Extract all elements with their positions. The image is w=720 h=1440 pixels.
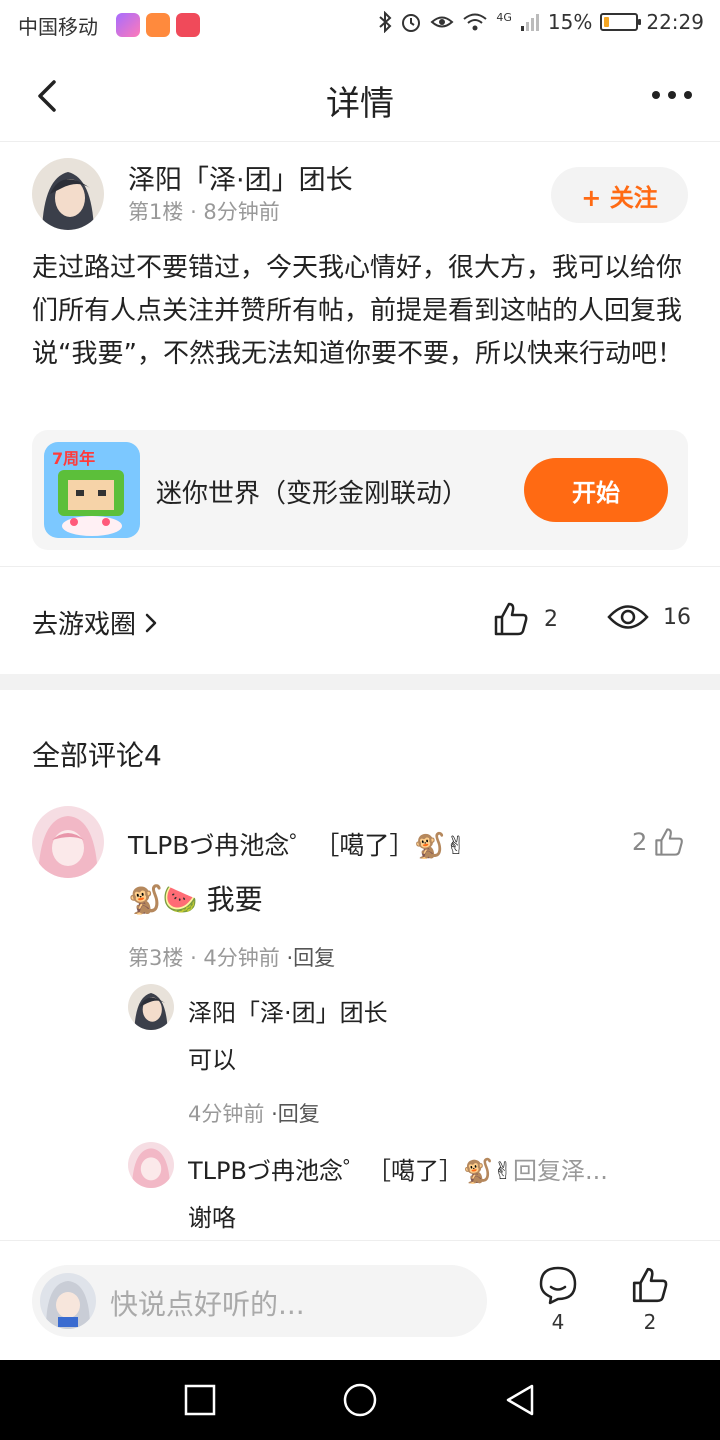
battery-icon bbox=[600, 13, 642, 31]
comment-count-button[interactable]: 4 bbox=[533, 1265, 583, 1334]
anniversary-badge: 7周年 bbox=[52, 449, 95, 468]
thumbs-up-icon bbox=[494, 602, 528, 636]
post-body: 走过路过不要错过，今天我心情好，很大方，我可以给你们所有人点关注并赞所有帖，前提… bbox=[32, 253, 683, 369]
comment-bubble-icon bbox=[539, 1266, 577, 1305]
thumbs-up-outline-icon bbox=[655, 828, 684, 856]
post-floor: 第1楼 bbox=[128, 200, 184, 224]
chevron-right-icon bbox=[145, 613, 157, 632]
video-app-icon bbox=[146, 13, 170, 37]
alarm-icon bbox=[402, 14, 421, 32]
comment-like-button[interactable]: 2 bbox=[632, 826, 685, 858]
comments-title: 全部评论4 bbox=[32, 739, 162, 772]
back-icon[interactable] bbox=[504, 1383, 536, 1417]
meta-separator: · bbox=[190, 946, 204, 970]
divider bbox=[0, 566, 720, 567]
post-like-count: 2 bbox=[544, 606, 558, 632]
eye-icon bbox=[607, 605, 649, 629]
clock: 22:29 bbox=[646, 10, 704, 34]
status-icons: 4G 15% 22:29 bbox=[378, 10, 704, 34]
reply-avatar[interactable] bbox=[128, 984, 174, 1030]
reply-author-name[interactable]: TLPBづ冉池念゜［噶了］🐒✌ bbox=[188, 1157, 513, 1185]
thumbs-up-icon bbox=[632, 1267, 668, 1303]
go-game-circle-label: 去游戏圈 bbox=[32, 610, 137, 640]
reply-author: TLPBづ冉池念゜［噶了］🐒✌回复泽... bbox=[188, 1151, 682, 1186]
bluetooth-icon bbox=[379, 11, 392, 33]
section-separator bbox=[0, 674, 720, 690]
news-app-icon bbox=[176, 13, 200, 37]
reply-avatar[interactable] bbox=[128, 1142, 174, 1188]
page-title: 详情 bbox=[326, 84, 394, 124]
home-icon[interactable] bbox=[342, 1382, 378, 1418]
author-avatar[interactable] bbox=[32, 158, 104, 230]
post-view-count: 16 bbox=[663, 604, 691, 630]
post-meta: 第1楼 · 8分钟前 bbox=[128, 196, 280, 226]
comment-text: 🐒🍉 我要 bbox=[128, 883, 263, 916]
game-icon: 7周年 bbox=[44, 442, 140, 538]
comment-reply-link[interactable]: ·回复 bbox=[286, 946, 335, 970]
carrier-label: 中国移动 bbox=[18, 15, 98, 39]
go-game-circle-link[interactable]: 去游戏圈 bbox=[32, 604, 158, 641]
bottom-action-bar: 快说点好听的... 4 2 bbox=[0, 1240, 720, 1360]
signal-icon bbox=[520, 14, 539, 31]
battery-fill bbox=[604, 17, 610, 27]
reply-text: 谢咯 bbox=[188, 1204, 236, 1232]
wifi-icon bbox=[463, 13, 488, 31]
author-name[interactable]: 泽阳「泽·团」团长 bbox=[128, 158, 353, 197]
system-navigation-bar bbox=[0, 1360, 720, 1440]
network-type: 4G bbox=[496, 10, 512, 24]
post-time: 8分钟前 bbox=[203, 200, 280, 224]
reply-author[interactable]: 泽阳「泽·团」团长 bbox=[188, 993, 388, 1028]
start-game-button[interactable]: 开始 bbox=[524, 458, 668, 522]
comment-count: 4 bbox=[551, 1310, 565, 1334]
reply-reply-link[interactable]: ·回复 bbox=[271, 1102, 320, 1126]
battery-percent: 15% bbox=[547, 10, 593, 34]
comment-meta: 第3楼 · 4分钟前 ·回复 bbox=[128, 942, 335, 972]
reply-to-label[interactable]: 回复泽... bbox=[513, 1157, 608, 1185]
post-like-stat[interactable]: 2 bbox=[492, 600, 558, 638]
more-options-icon[interactable] bbox=[650, 80, 694, 110]
comment-input[interactable]: 快说点好听的... bbox=[32, 1265, 487, 1337]
recent-apps-icon[interactable] bbox=[184, 1384, 216, 1416]
eye-comfort-icon bbox=[430, 16, 454, 28]
comment-time: 4分钟前 bbox=[203, 946, 280, 970]
commenter-avatar[interactable] bbox=[32, 806, 104, 878]
reply-time: 4分钟前 bbox=[188, 1102, 265, 1126]
follow-button[interactable]: + 关注 bbox=[551, 167, 688, 223]
like-count-button[interactable]: 2 bbox=[625, 1265, 675, 1334]
post-view-stat: 16 bbox=[607, 600, 691, 634]
top-navigation: 详情 bbox=[0, 50, 720, 142]
comment-like-count: 2 bbox=[632, 828, 648, 856]
game-name: 迷你世界（变形金刚联动） bbox=[156, 479, 469, 509]
game-card[interactable]: 7周年 迷你世界（变形金刚联动） 开始 bbox=[32, 430, 688, 550]
reply-text: 可以 bbox=[188, 1046, 236, 1074]
meta-separator: · bbox=[190, 200, 204, 224]
comment-placeholder: 快说点好听的... bbox=[110, 1288, 305, 1321]
commenter-name[interactable]: TLPBづ冉池念゜［噶了］🐒✌ bbox=[128, 826, 467, 862]
comment-floor: 第3楼 bbox=[128, 946, 184, 970]
app-notification-icon bbox=[116, 13, 140, 37]
reply-meta: 4分钟前 ·回复 bbox=[188, 1098, 320, 1128]
like-count: 2 bbox=[643, 1310, 657, 1334]
status-bar: 中国移动 4G 15% 22:29 bbox=[0, 0, 720, 50]
my-avatar bbox=[40, 1273, 96, 1329]
